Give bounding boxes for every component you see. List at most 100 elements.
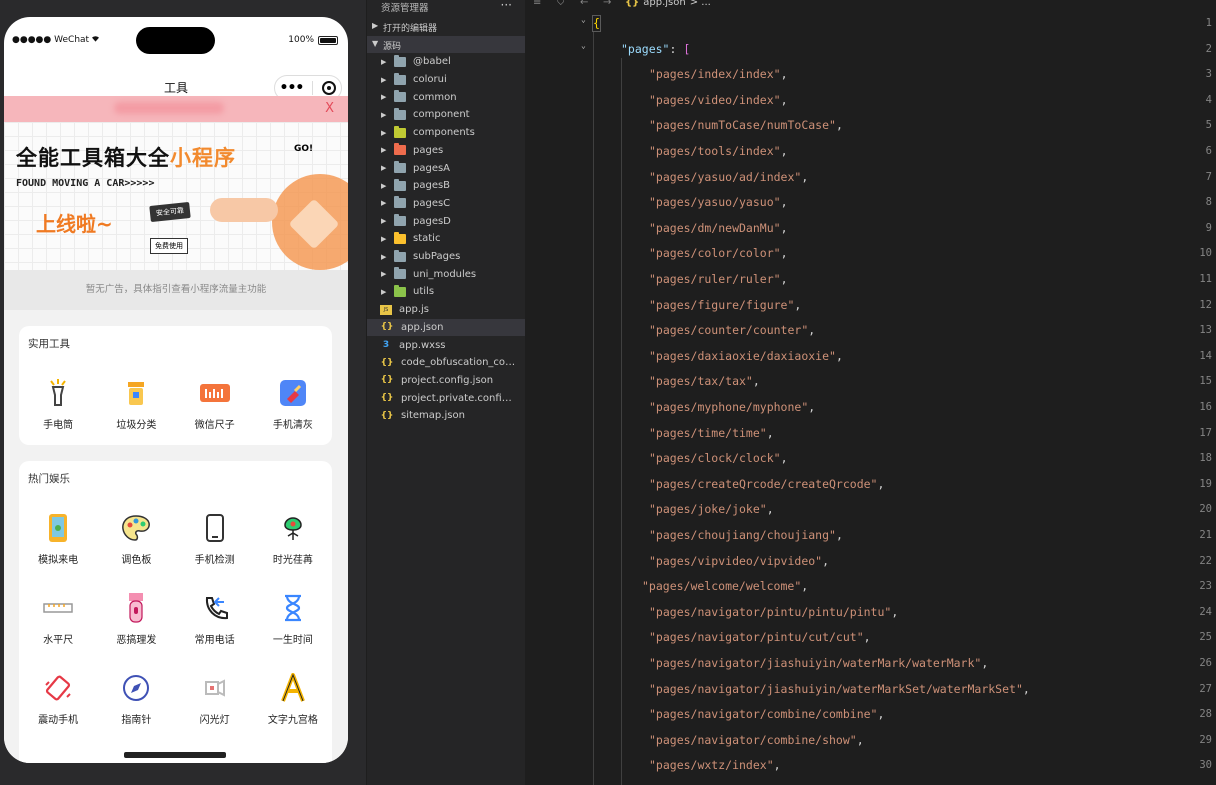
vibrate-icon <box>41 671 75 705</box>
entertainment-card: 热门娱乐 模拟来电 调色板 手机检测 时光荏苒 水平尺 恶搞理发 常用电话 一生… <box>19 461 332 763</box>
tree-file[interactable]: 3 app.wxss <box>367 336 526 354</box>
capsule-divider <box>312 81 314 95</box>
file-name: subPages <box>413 251 461 263</box>
letter-a-icon <box>276 671 310 705</box>
tree-folder[interactable]: ▶ pagesC <box>367 195 526 213</box>
tool-common-phone[interactable]: 常用电话 <box>176 591 254 671</box>
line-number: 8 <box>1205 196 1212 209</box>
tree-folder[interactable]: ▶ utils <box>367 283 526 301</box>
tool-vibrate[interactable]: 震动手机 <box>19 671 97 751</box>
tool-label: 水平尺 <box>43 635 74 646</box>
chevron-right-icon: ▶ <box>381 146 387 155</box>
file-name: pagesC <box>413 197 451 209</box>
tool-trash-sort[interactable]: 垃圾分类 <box>97 376 175 456</box>
tool-ruler[interactable]: 微信尺子 <box>176 376 254 456</box>
line-number: 25 <box>1199 631 1212 644</box>
tree-folder[interactable]: ▶ subPages <box>367 248 526 266</box>
file-explorer: 资源管理器 ··· ▶ 打开的编辑器 ▼ 源码 ▶ @babel ▶ colorui ▶… <box>366 0 526 785</box>
tree-file[interactable]: JS app.js <box>367 301 526 319</box>
tree-folder[interactable]: ▶ colorui <box>367 71 526 89</box>
file-name: code_obfuscation_conf... <box>401 357 516 369</box>
tool-flash-lamp[interactable]: 闪光灯 <box>176 671 254 751</box>
json-comma: , <box>981 656 989 670</box>
tree-file[interactable]: {} project.private.config.js... <box>367 389 526 407</box>
battery-icon <box>318 35 338 45</box>
battery-percent: 100% <box>288 35 314 45</box>
section-label: 打开的编辑器 <box>383 24 438 34</box>
tree-folder[interactable]: ▶ common <box>367 88 526 106</box>
js-file-icon: JS <box>380 304 392 315</box>
section-label: 源码 <box>383 42 402 52</box>
code-line: "pages/daxiaoxie/daxiaoxie", <box>649 349 843 363</box>
tree-folder[interactable]: ▶ pagesD <box>367 212 526 230</box>
line-number: 4 <box>1205 93 1212 106</box>
line-number: 5 <box>1205 119 1212 132</box>
tool-level[interactable]: 水平尺 <box>19 591 97 671</box>
tree-file[interactable]: {} code_obfuscation_conf... <box>367 354 526 372</box>
code-line: "pages/index/index", <box>649 67 788 81</box>
source-section[interactable]: ▼ 源码 <box>367 36 526 53</box>
tool-palette[interactable]: 调色板 <box>97 511 175 591</box>
json-file-icon: {} <box>380 410 394 421</box>
tool-time-flies[interactable]: 时光荏苒 <box>254 511 332 591</box>
indent-guide <box>593 32 594 785</box>
flash-lamp-icon <box>198 671 232 705</box>
tool-phone-clean[interactable]: 手机清灰 <box>254 376 332 456</box>
tree-folder[interactable]: ▶ component <box>367 106 526 124</box>
tree-folder[interactable]: ▶ uni_modules <box>367 265 526 283</box>
json-string: "pages/clock/clock" <box>649 451 781 466</box>
promo-banner[interactable]: 全能工具箱大全小程序 GO! FOUND MOVING A CAR>>>>> 上… <box>4 122 348 270</box>
tools-card: 实用工具 手电筒 垃圾分类 微信尺子 手机清灰 <box>19 326 332 445</box>
compass-icon <box>119 671 153 705</box>
tool-compass[interactable]: 指南针 <box>97 671 175 751</box>
tool-label: 恶搞理发 <box>116 635 157 646</box>
json-string: "pages/ruler/ruler" <box>649 272 781 286</box>
tree-file[interactable]: {} sitemap.json <box>367 407 526 425</box>
fold-chevron-icon[interactable]: ⌄ <box>581 41 586 50</box>
more-dots-icon[interactable]: ••• <box>280 81 305 95</box>
tree-folder[interactable]: ▶ pages <box>367 142 526 160</box>
json-comma: , <box>752 374 760 389</box>
tree-folder[interactable]: ▶ @babel <box>367 53 526 71</box>
json-string: "pages/joke/joke" <box>649 502 767 517</box>
css-file-icon: 3 <box>382 340 390 351</box>
chevron-right-icon: ▶ <box>381 252 387 261</box>
code-area[interactable]: 1 2 3 4 5 6 7 8 9 10 11 12 13 14 15 16 17 18 19 20 21 22 23 24 2… <box>525 0 1216 785</box>
line-number: 26 <box>1199 657 1212 669</box>
line-number: 10 <box>1199 247 1212 260</box>
tree-folder[interactable]: ▶ static <box>367 230 526 248</box>
tool-flashlight[interactable]: 手电筒 <box>19 376 97 456</box>
tree-folder[interactable]: ▶ pagesB <box>367 177 526 195</box>
tree-file[interactable]: {} project.config.json <box>367 372 526 390</box>
line-number: 27 <box>1199 682 1212 695</box>
json-string: "pages/createQrcode/createQrcode" <box>649 476 878 491</box>
phone-icon <box>198 591 232 625</box>
tree-folder[interactable]: ▶ components <box>367 124 526 142</box>
open-editors-section[interactable]: ▶ 打开的编辑器 <box>367 18 526 35</box>
tool-fake-call[interactable]: 模拟来电 <box>19 511 97 591</box>
code-line: "pages/yasuo/yasuo", <box>649 195 788 209</box>
line-number: 3 <box>1205 68 1212 81</box>
json-comma: , <box>808 400 816 414</box>
tool-phone-check[interactable]: 手机检测 <box>176 511 254 591</box>
phone-check-icon <box>198 511 232 545</box>
code-line: "pages/figure/figure", <box>649 298 801 312</box>
file-name: app.json <box>401 321 444 333</box>
fold-chevron-icon[interactable]: ⌄ <box>581 15 586 24</box>
folder-icon <box>394 231 406 244</box>
close-miniprogram-icon[interactable] <box>322 81 337 95</box>
chevron-right-icon: ▶ <box>381 57 387 66</box>
code-line: "pages/tax/tax", <box>649 374 760 388</box>
folder-icon <box>394 249 406 262</box>
line-number: 13 <box>1199 324 1212 337</box>
tool-prank-haircut[interactable]: 恶搞理发 <box>97 591 175 671</box>
code-line: "pages": [ <box>621 42 690 56</box>
tree-file[interactable]: {} app.json <box>367 318 526 337</box>
ad-close-button[interactable]: X <box>325 101 334 116</box>
tool-lifetime[interactable]: 一生时间 <box>254 591 332 671</box>
tool-text-grid[interactable]: 文字九宫格 <box>254 671 332 751</box>
line-number: 24 <box>1199 605 1212 618</box>
chevron-right-icon: ▶ <box>381 181 387 190</box>
more-actions-icon[interactable]: ··· <box>501 0 512 12</box>
tree-folder[interactable]: ▶ pagesA <box>367 159 526 177</box>
